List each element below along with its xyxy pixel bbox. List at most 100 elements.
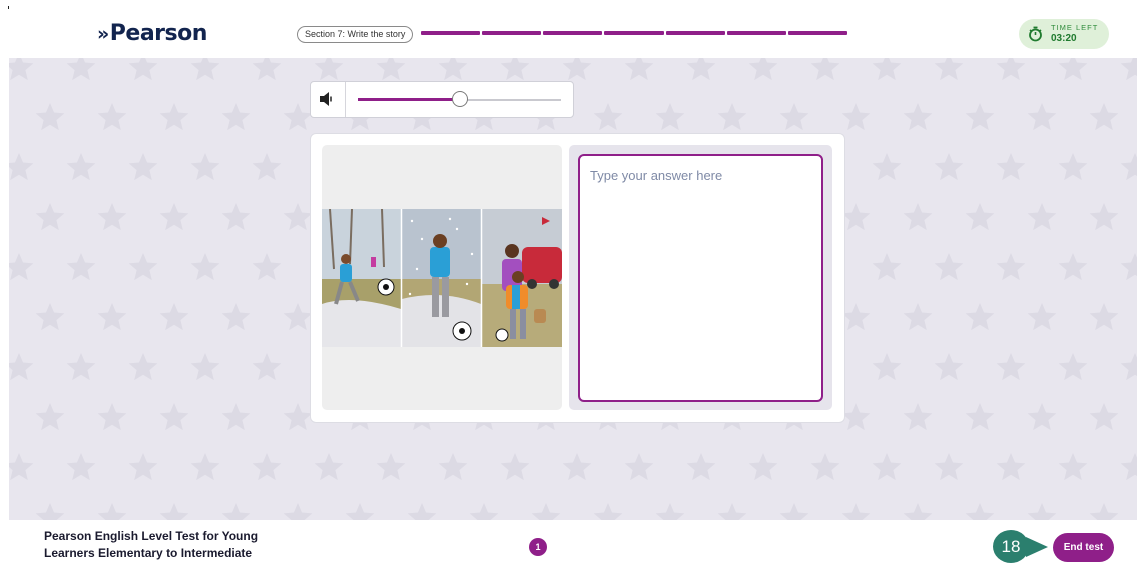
background-star	[1058, 58, 1088, 81]
background-star	[252, 153, 282, 181]
timer-badge: TIME LEFT 03:20	[1019, 19, 1109, 49]
background-star	[655, 103, 685, 131]
progress-bar	[421, 31, 847, 35]
background-star	[128, 253, 158, 281]
background-star	[159, 303, 189, 331]
answer-panel	[569, 145, 832, 410]
background-star	[97, 203, 127, 231]
background-star	[1027, 503, 1057, 520]
background-star	[252, 453, 282, 481]
background-star	[1120, 253, 1137, 281]
background-star	[779, 503, 809, 520]
background-star	[748, 58, 778, 81]
background-star	[376, 58, 406, 81]
background-star	[66, 453, 96, 481]
background-star	[283, 503, 313, 520]
background-star	[1027, 303, 1057, 331]
background-star	[9, 253, 34, 281]
background-star	[1089, 403, 1119, 431]
background-star	[9, 353, 34, 381]
background-star	[283, 403, 313, 431]
background-star	[66, 58, 96, 81]
background-star	[624, 58, 654, 81]
background-star	[252, 253, 282, 281]
background-star	[903, 103, 933, 131]
audio-divider	[345, 82, 346, 117]
background-star	[128, 153, 158, 181]
speaker-icon[interactable]	[319, 91, 335, 107]
background-star	[190, 253, 220, 281]
story-image-panel	[322, 145, 562, 410]
background-star	[438, 58, 468, 81]
story-picture-strip	[322, 209, 562, 347]
background-star	[407, 503, 437, 520]
background-star	[996, 253, 1026, 281]
background-star	[903, 503, 933, 520]
end-test-button[interactable]: End test	[1053, 533, 1114, 562]
background-star	[97, 103, 127, 131]
background-star	[872, 253, 902, 281]
background-star	[903, 303, 933, 331]
background-star	[996, 353, 1026, 381]
background-star	[965, 203, 995, 231]
background-star	[500, 58, 530, 81]
background-star	[66, 253, 96, 281]
progress-segment	[787, 31, 847, 35]
background-star	[1027, 403, 1057, 431]
progress-segment	[726, 31, 786, 35]
background-star	[1058, 153, 1088, 181]
background-star	[996, 153, 1026, 181]
timer-label: TIME LEFT	[1051, 23, 1099, 32]
background-star	[190, 453, 220, 481]
background-star	[9, 453, 34, 481]
background-star	[531, 503, 561, 520]
stopwatch-icon	[1029, 26, 1042, 42]
progress-segment	[543, 31, 603, 35]
background-star	[965, 503, 995, 520]
footer: Pearson English Level Test for Young Lea…	[0, 520, 1137, 563]
background-star	[841, 203, 871, 231]
main-area	[9, 58, 1137, 520]
background-star	[872, 153, 902, 181]
background-star	[1120, 153, 1137, 181]
volume-slider-thumb[interactable]	[451, 91, 468, 107]
answer-textarea[interactable]	[578, 154, 823, 402]
background-star	[500, 453, 530, 481]
background-star	[717, 103, 747, 131]
background-star	[159, 203, 189, 231]
background-star	[593, 103, 623, 131]
background-star	[1089, 103, 1119, 131]
background-star	[562, 453, 592, 481]
background-star	[655, 503, 685, 520]
background-star	[128, 353, 158, 381]
callout-badge: 18	[993, 530, 1029, 563]
background-star	[221, 203, 251, 231]
background-star	[1058, 253, 1088, 281]
background-star	[35, 103, 65, 131]
background-star	[1089, 303, 1119, 331]
background-star	[190, 58, 220, 81]
pearson-logo: »Pearson	[97, 20, 207, 48]
background-star	[469, 503, 499, 520]
background-star	[872, 353, 902, 381]
background-star	[1058, 453, 1088, 481]
background-star	[66, 153, 96, 181]
background-star	[1027, 203, 1057, 231]
background-star	[872, 58, 902, 81]
background-star	[1120, 353, 1137, 381]
background-star	[841, 403, 871, 431]
callout-arrow	[1026, 537, 1048, 557]
background-star	[35, 303, 65, 331]
test-title: Pearson English Level Test for Young Lea…	[44, 529, 259, 560]
page-number-badge[interactable]: 1	[529, 538, 547, 556]
task-card	[310, 133, 845, 423]
background-star	[562, 58, 592, 81]
background-star	[97, 503, 127, 520]
header: »Pearson Section 7: Write the story TIME…	[9, 0, 1137, 58]
background-star	[1120, 58, 1137, 81]
background-star	[624, 453, 654, 481]
background-star	[841, 303, 871, 331]
background-star	[841, 103, 871, 131]
background-star	[903, 403, 933, 431]
background-star	[9, 153, 34, 181]
